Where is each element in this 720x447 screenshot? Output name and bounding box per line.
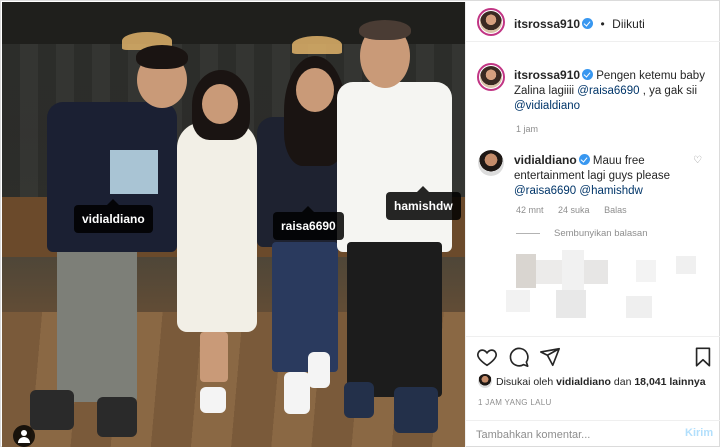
verified-badge-icon bbox=[582, 69, 594, 80]
hide-replies-line bbox=[516, 232, 540, 234]
photo-lamp bbox=[292, 36, 342, 54]
hide-replies-label: Sembunyikan balasan bbox=[554, 228, 648, 239]
user-tag-vidialdiano[interactable]: vidialdiano bbox=[74, 199, 153, 233]
instagram-post-frame: vidialdiano raisa6690 hamishdw itsrossa9… bbox=[0, 0, 720, 447]
owner-username[interactable]: itsrossa910 bbox=[514, 17, 580, 31]
post-actions-bar bbox=[466, 336, 720, 376]
reply-meta: 42 mnt 24 suka Balas bbox=[516, 205, 639, 215]
user-tag-raisa6690[interactable]: raisa6690 bbox=[273, 206, 344, 240]
hide-replies-button[interactable]: Sembunyikan balasan bbox=[516, 228, 647, 239]
reply-likes[interactable]: 24 suka bbox=[558, 205, 590, 215]
caption-mention-raisa6690[interactable]: @raisa6690 bbox=[577, 85, 639, 97]
follow-status-button[interactable]: Diikuti bbox=[612, 17, 645, 31]
share-icon[interactable] bbox=[539, 346, 561, 368]
likes-count[interactable]: 18,041 lainnya bbox=[634, 376, 705, 388]
likes-summary: Disukai oleh vidialdiano dan 18,041 lain… bbox=[478, 374, 706, 388]
post-comment-button[interactable]: Kirim bbox=[685, 427, 713, 439]
caption-text: itsrossa910 Pengen ketemu baby Zalina la… bbox=[514, 68, 710, 114]
reply-button[interactable]: Balas bbox=[604, 205, 627, 215]
caption-tail: , ya gak sii bbox=[642, 85, 698, 97]
comment-box: Kirim bbox=[466, 420, 720, 447]
caption-time[interactable]: 1 jam bbox=[516, 124, 538, 134]
user-tag-hamishdw[interactable]: hamishdw bbox=[386, 186, 461, 220]
reply-avatar[interactable] bbox=[478, 150, 504, 176]
owner-avatar[interactable] bbox=[477, 8, 505, 36]
show-tags-user-icon[interactable] bbox=[13, 425, 35, 447]
separator-dot: • bbox=[600, 17, 605, 31]
verified-badge-icon bbox=[582, 18, 594, 29]
comment-like-heart-icon[interactable]: ♡ bbox=[693, 156, 703, 166]
reply-text: vidialdiano Mauu free entertainment lagi… bbox=[514, 153, 710, 199]
caption-username[interactable]: itsrossa910 bbox=[514, 68, 580, 82]
caption-meta: 1 jam bbox=[516, 124, 550, 134]
reply-mention-hamishdw[interactable]: @hamishdw bbox=[579, 185, 642, 197]
post-photo[interactable]: vidialdiano raisa6690 hamishdw bbox=[2, 2, 465, 447]
reply-time[interactable]: 42 mnt bbox=[516, 205, 544, 215]
post-side-panel: itsrossa910 • Diikuti itsrossa910 Pengen… bbox=[465, 2, 720, 447]
caption-mention-vidialdiano[interactable]: @vidialdiano bbox=[514, 100, 580, 112]
reply-mention-raisa6690[interactable]: @raisa6690 bbox=[514, 185, 576, 197]
blurred-content bbox=[496, 250, 696, 322]
caption-avatar[interactable] bbox=[477, 63, 505, 91]
liker-username[interactable]: vidialdiano bbox=[556, 376, 611, 388]
comment-input[interactable] bbox=[476, 427, 656, 443]
liker-avatar[interactable] bbox=[478, 374, 492, 388]
likes-middle: dan bbox=[613, 376, 632, 388]
comment-icon[interactable] bbox=[508, 346, 530, 368]
post-timestamp[interactable]: 1 JAM YANG LALU bbox=[478, 398, 552, 407]
bookmark-icon[interactable] bbox=[692, 346, 714, 368]
verified-badge-icon bbox=[578, 154, 590, 165]
likes-prefix: Disukai oleh bbox=[496, 376, 554, 388]
post-header: itsrossa910 • Diikuti bbox=[466, 2, 720, 42]
reply-username[interactable]: vidialdiano bbox=[514, 153, 577, 167]
heart-icon[interactable] bbox=[476, 346, 498, 368]
